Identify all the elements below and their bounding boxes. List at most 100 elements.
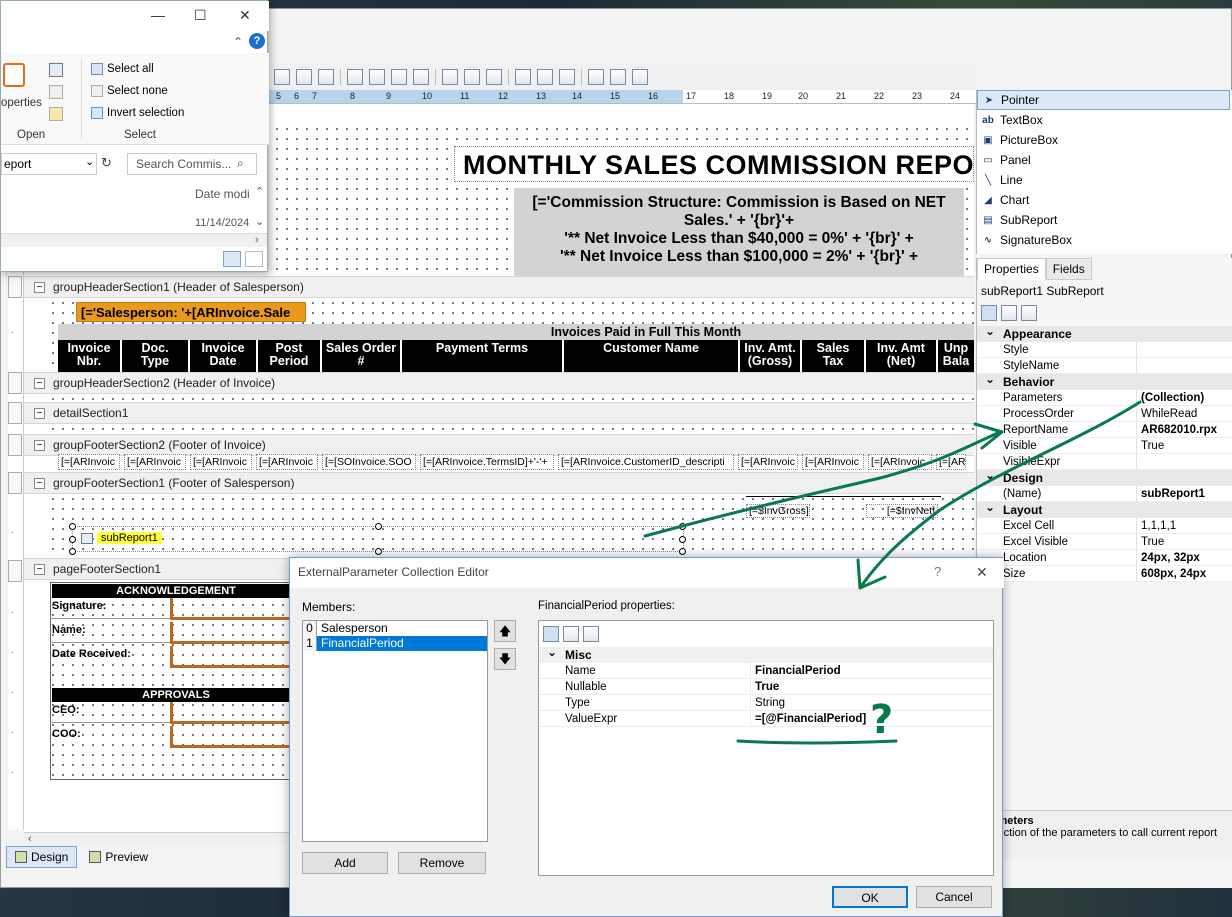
close-icon[interactable]: ✕ [239, 7, 251, 24]
decrease-hspacing-icon[interactable] [559, 69, 575, 85]
name-label[interactable]: Name: [52, 624, 86, 636]
align-grid-icon[interactable] [413, 69, 429, 85]
toolbox-item-subreport[interactable]: ▤ SubReport [977, 210, 1232, 230]
property-row[interactable]: Location 24px, 32px [977, 550, 1232, 566]
category-behavior[interactable]: Behavior [977, 371, 1232, 390]
column-header[interactable]: Unp Bala [938, 340, 974, 372]
maximize-icon[interactable]: ☐ [194, 7, 207, 24]
property-row-parameters[interactable]: Parameters (Collection) [977, 390, 1232, 406]
property-row[interactable]: Excel Cell 1,1,1,1 [977, 518, 1232, 534]
large-icons-view-icon[interactable] [245, 251, 263, 267]
toolbox-item-panel[interactable]: ▭ Panel [977, 150, 1232, 170]
category-layout[interactable]: Layout [977, 499, 1232, 518]
property-pages-icon[interactable] [1021, 305, 1037, 321]
move-down-button[interactable]: 🡇 [494, 648, 516, 670]
members-list[interactable]: 0 Salesperson 1 FinancialPeriod [302, 620, 488, 842]
band-marker[interactable] [8, 402, 22, 424]
property-row[interactable]: VisibleExpr [977, 454, 1232, 470]
column-header[interactable]: Invoice Nbr. [58, 340, 122, 372]
date-received-field[interactable] [170, 646, 290, 668]
column-header[interactable]: Payment Terms [402, 340, 564, 372]
property-row-name[interactable]: Name FinancialPeriod [539, 663, 993, 679]
salesperson-expression-textbox[interactable]: [='Salesperson: '+[ARInvoice.Sale [76, 302, 306, 322]
resize-handle[interactable] [679, 548, 686, 555]
resize-handle[interactable] [69, 523, 76, 530]
help-button[interactable]: ? [934, 558, 941, 586]
column-header[interactable]: Customer Name [564, 340, 740, 372]
coo-field[interactable] [170, 726, 290, 748]
selected-object-name[interactable]: subReport1 SubReport [981, 284, 1104, 298]
chevron-down-icon[interactable]: ⌄ [85, 155, 94, 168]
detail-field[interactable]: [=[AR [936, 454, 966, 470]
close-icon[interactable]: ✕ [976, 558, 988, 586]
toolbox-item-signaturebox[interactable]: ∿ SignatureBox [977, 230, 1232, 250]
acknowledgement-title[interactable]: ACKNOWLEDGEMENT [52, 584, 300, 598]
add-button[interactable]: Add [302, 852, 388, 874]
tab-properties[interactable]: Properties [977, 258, 1046, 280]
increase-vspacing-icon[interactable] [610, 69, 626, 85]
detail-field[interactable]: [=[ARInvoic [738, 454, 798, 470]
scroll-down-icon[interactable]: ⌄ [255, 215, 264, 228]
align-right-icon[interactable] [318, 69, 334, 85]
align-bottom-icon[interactable] [391, 69, 407, 85]
resize-handle[interactable] [375, 523, 382, 530]
same-size-icon[interactable] [486, 69, 502, 85]
detail-field[interactable]: [=[ARInvoic [802, 454, 864, 470]
band-group-footer-1[interactable]: − groupFooterSection1 (Footer of Salespe… [24, 472, 974, 494]
align-middle-icon[interactable] [369, 69, 385, 85]
tab-fields[interactable]: Fields [1045, 258, 1092, 280]
property-row[interactable]: Excel Visible True [977, 534, 1232, 550]
detail-field[interactable]: [=[ARInvoic [190, 454, 252, 470]
same-height-icon[interactable] [464, 69, 480, 85]
collapse-icon[interactable]: − [34, 477, 45, 489]
report-title[interactable]: MONTHLY SALES COMMISSION REPO [454, 146, 974, 182]
detail-field[interactable]: [=[ARInvoic [868, 454, 932, 470]
properties-icon[interactable] [3, 63, 25, 87]
horizontal-spacing-icon[interactable] [515, 69, 531, 85]
column-header[interactable]: Post Period [258, 340, 322, 372]
search-icon[interactable]: ⌕ [237, 156, 244, 171]
inv-gross-total[interactable]: [=$InvGross] [746, 504, 810, 518]
property-row[interactable]: Style [977, 342, 1232, 358]
detail-field[interactable]: [=[ARInvoice.CustomerID_descripti [558, 454, 734, 470]
property-row-report-name[interactable]: ReportName AR682010.rpx [977, 422, 1232, 438]
details-view-icon[interactable] [223, 251, 241, 267]
signature-label[interactable]: Signature: [52, 600, 106, 612]
tab-design[interactable]: Design [6, 846, 78, 868]
inv-net-total[interactable]: [=$InvNet] [866, 504, 938, 518]
detail-field[interactable]: [=[ARInvoic [124, 454, 186, 470]
commission-structure-textbox[interactable]: [='Commission Structure: Commission is B… [514, 188, 964, 276]
increase-hspacing-icon[interactable] [537, 69, 553, 85]
band-group-header-1[interactable]: − groupHeaderSection1 (Header of Salespe… [24, 276, 974, 298]
approvals-title[interactable]: APPROVALS [52, 688, 300, 702]
band-marker[interactable] [8, 434, 22, 456]
align-top-icon[interactable] [347, 69, 363, 85]
toolbox-item-textbox[interactable]: ab TextBox [977, 110, 1232, 130]
detail-field[interactable]: [=[ARInvoic [256, 454, 318, 470]
toolbox-item-chart[interactable]: ◢ Chart [977, 190, 1232, 210]
scroll-left-icon[interactable]: ‹ [28, 833, 32, 845]
property-pages-icon[interactable] [583, 626, 599, 642]
coo-label[interactable]: COO: [52, 728, 81, 740]
property-row[interactable]: Size 608px, 24px [977, 566, 1232, 582]
refresh-icon[interactable]: ↻ [101, 155, 112, 171]
category-misc[interactable]: Misc [539, 644, 993, 663]
alphabetical-icon[interactable] [563, 626, 579, 642]
detail-field[interactable]: [=[ARInvoic [58, 454, 120, 470]
collapse-icon[interactable]: − [34, 563, 45, 575]
ceo-label[interactable]: CEO: [52, 704, 80, 716]
band-group-footer-2[interactable]: − groupFooterSection2 (Footer of Invoice… [24, 434, 974, 456]
scroll-up-icon[interactable]: ⌃ [255, 185, 264, 198]
minimize-icon[interactable]: — [151, 7, 165, 23]
band-marker[interactable] [8, 372, 22, 394]
toolbox-item-picturebox[interactable]: ▣ PictureBox [977, 130, 1232, 150]
total-line[interactable] [746, 496, 941, 497]
open-icon[interactable] [49, 63, 63, 77]
invoices-paid-title[interactable]: Invoices Paid in Full This Month [58, 324, 974, 340]
toolbox-item-pointer[interactable]: ➤ Pointer [977, 90, 1230, 110]
remove-button[interactable]: Remove [398, 852, 486, 874]
detail-field[interactable]: [=[SOInvoice.SOO [322, 454, 416, 470]
band-marker[interactable] [8, 472, 22, 494]
category-appearance[interactable]: Appearance [977, 323, 1232, 342]
align-center-icon[interactable] [296, 69, 312, 85]
